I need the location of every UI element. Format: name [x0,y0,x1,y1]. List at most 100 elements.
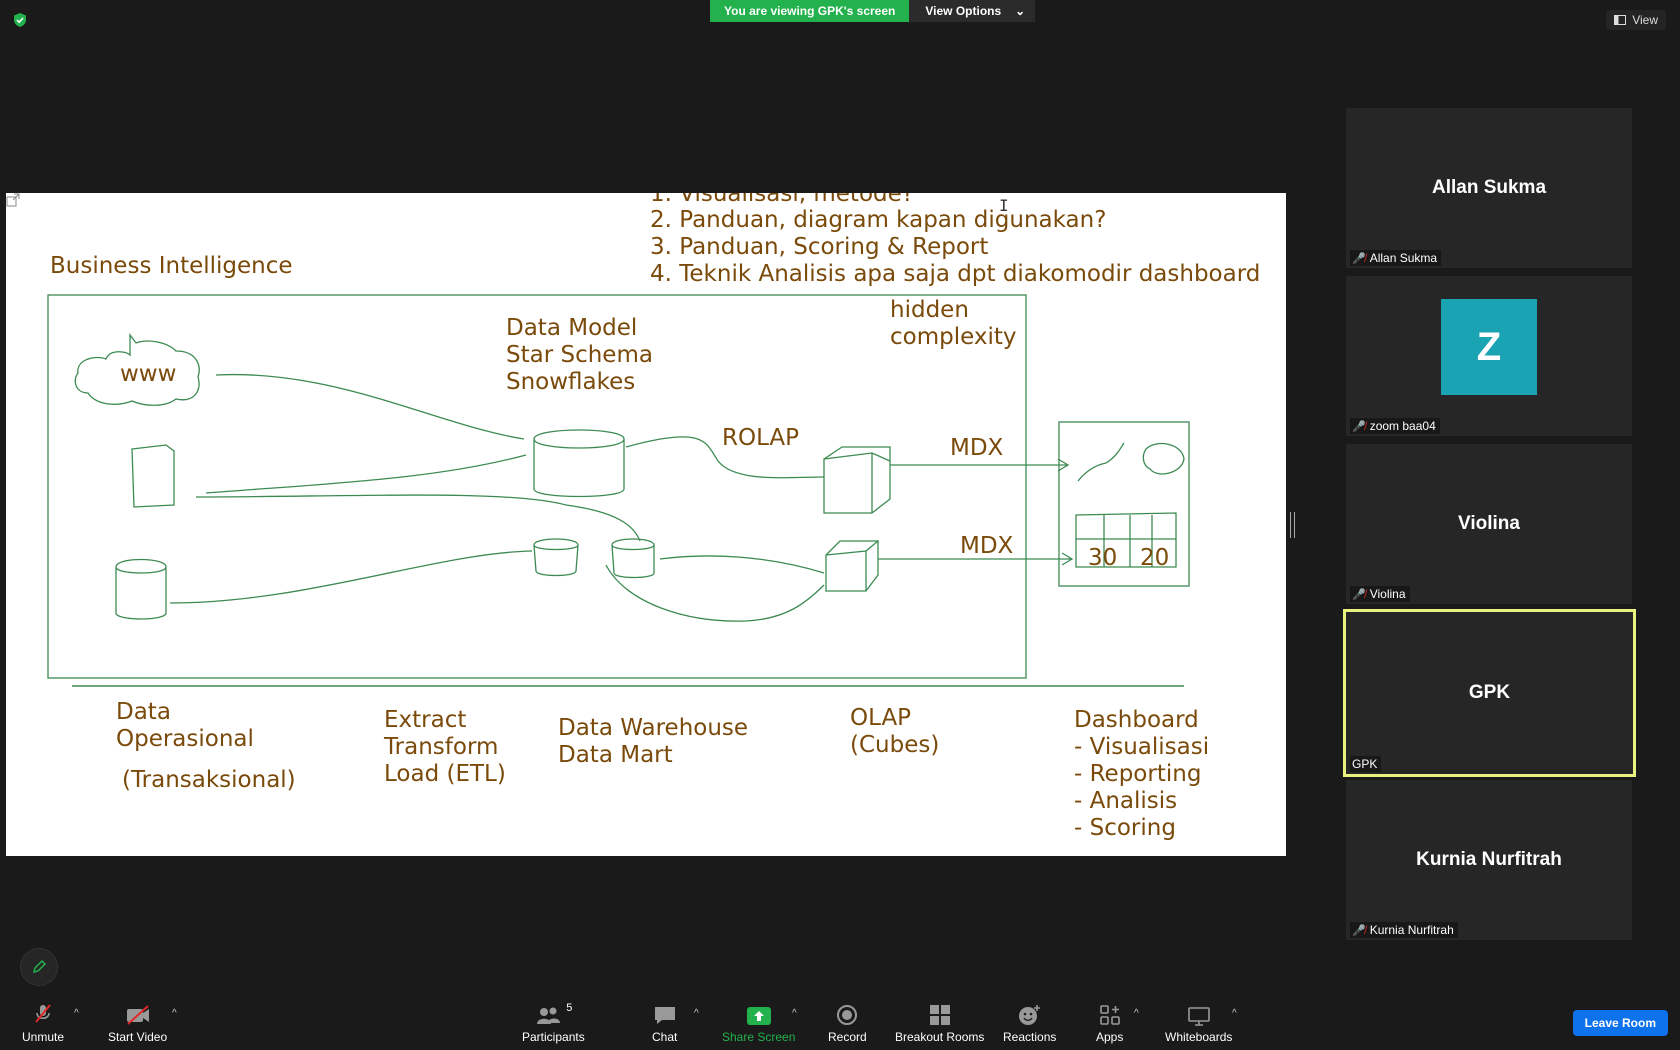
chevron-down-icon: ⌄ [1015,4,1026,18]
meeting-toolbar: Unmute ^ Start Video ^ 5 Participants Ch… [0,990,1680,1050]
www-label: www [120,361,177,387]
participant-tile-allan-sukma[interactable]: Allan Sukma 🎤̸ Allan Sukma [1346,108,1632,268]
label-dashboard: Dashboard - Visualisasi - Reporting - An… [1074,707,1210,841]
unmute-button[interactable]: Unmute [22,1002,64,1044]
flow-db-dm [169,550,533,604]
breakout-rooms-label: Breakout Rooms [895,1030,985,1044]
breakout-rooms-button[interactable]: Breakout Rooms [895,1002,984,1044]
participant-label-text: Allan Sukma [1369,251,1438,265]
label-etl: Extract Transform Load (ETL) [384,707,506,787]
reactions-button[interactable]: Reactions [1003,1002,1056,1044]
label-data-warehouse: Data Warehouse Data Mart [558,715,749,768]
bi-title: Business Intelligence [50,253,293,279]
participant-label-text: Violina [1369,587,1406,601]
participant-label: 🎤̸ zoom baa04 [1350,418,1440,434]
flow-doc-dm [195,494,641,542]
muted-mic-icon: 🎤̸ [1352,252,1366,265]
leave-room-button[interactable]: Leave Room [1572,1010,1668,1036]
hidden-complexity-note: hidden complexity [890,297,1017,350]
annotate-button[interactable] [20,948,58,986]
muted-mic-icon: 🎤̸ [1352,588,1366,601]
question-2: 2. Panduan, diagram kapan digunakan? [650,207,1107,233]
participant-label: 🎤̸ Violina [1350,586,1410,602]
whiteboard-icon [1187,1007,1210,1026]
chat-icon [654,1007,675,1024]
view-options-label: View Options [925,4,1002,18]
flow-www-dw [215,373,525,440]
whiteboards-label: Whiteboards [1165,1030,1233,1044]
dashboard-value-20: 20 [1140,545,1170,571]
whiteboards-options-caret[interactable]: ^ [1232,1008,1237,1019]
start-video-label: Start Video [108,1030,168,1044]
dashboard-value-30: 30 [1088,545,1118,571]
panel-resize-handle[interactable] [1290,512,1295,538]
olap-cube-2 [825,539,879,592]
participant-name-large: Allan Sukma [1431,177,1547,198]
participant-tile-violina[interactable]: Violina 🎤̸ Violina [1346,444,1632,604]
audio-options-caret[interactable]: ^ [74,1008,79,1019]
breakout-rooms-icon [929,1005,950,1025]
share-screen-button[interactable]: Share Screen [722,1002,795,1044]
participants-button[interactable]: 5 Participants [522,1002,585,1044]
start-video-button[interactable]: Start Video [108,1002,167,1044]
shared-screen: 1. Visualisasi, metode? 2. Panduan, diag… [6,193,1286,856]
datamart-1-shape [533,538,579,577]
document-shape [131,444,175,508]
participant-tile-zoom-baa04[interactable]: Z 🎤̸ zoom baa04 [1346,276,1632,436]
record-button[interactable]: Record [828,1002,867,1044]
security-shield-icon[interactable] [12,12,28,28]
olap-cube-1 [823,446,891,514]
record-icon [837,1005,858,1025]
participant-name-large: Kurnia Nurfitrah [1416,849,1562,870]
mdx-label-1: MDX [950,435,1004,461]
video-off-icon [126,1005,149,1025]
label-data-operasional: Data Operasional [116,699,254,752]
video-options-caret[interactable]: ^ [172,1008,177,1019]
layout-icon [1614,15,1627,25]
data-model-note: Data Model Star Schema Snowflakes [506,315,653,395]
view-button[interactable]: View [1606,10,1666,30]
whiteboards-button[interactable]: Whiteboards [1165,1002,1232,1044]
participant-label-text: Kurnia Nurfitrah [1369,923,1454,937]
database-left-shape [115,558,167,620]
dashboard-frame [1058,421,1190,587]
view-label: View [1632,13,1658,27]
pencil-icon [32,959,47,974]
participant-label-text: GPK [1352,757,1378,771]
participant-label: 🎤̸ Kurnia Nurfitrah [1350,922,1458,938]
participant-name-large: GPK [1468,682,1511,703]
label-olap: OLAP (Cubes) [850,705,940,758]
chat-label: Chat [652,1030,678,1044]
flow-doc-dw [205,454,527,494]
chat-button[interactable]: Chat [652,1002,677,1044]
apps-options-caret[interactable]: ^ [1134,1008,1139,1019]
apps-icon [1099,1005,1120,1025]
participant-label: 🎤̸ Allan Sukma [1350,250,1442,266]
screen-share-banner: You are viewing GPK's screen View Option… [710,0,1036,22]
data-warehouse-cylinder [533,429,625,498]
question-4: 4. Teknik Analisis apa saja dpt diakomod… [650,261,1261,287]
ibeam-cursor-icon: I [999,196,1009,215]
apps-button[interactable]: Apps [1096,1002,1123,1044]
participants-icon [537,1007,561,1024]
chat-options-caret[interactable]: ^ [694,1008,699,1019]
share-options-caret[interactable]: ^ [792,1008,797,1019]
record-label: Record [828,1030,867,1044]
participant-label-text: zoom baa04 [1369,419,1436,433]
reactions-icon [1018,1005,1040,1025]
participants-label: Participants [522,1030,585,1044]
view-options-button[interactable]: View Options ⌄ [909,0,1036,22]
unmute-label: Unmute [22,1030,65,1044]
dashboard-pie [1142,442,1185,475]
question-1: 1. Visualisasi, metode? [650,193,914,207]
flow-dm-cube [659,555,825,574]
mic-muted-icon [35,1004,51,1023]
participant-name-large: Violina [1458,513,1520,534]
viewing-status-text: You are viewing GPK's screen [710,0,910,22]
popout-icon[interactable] [6,193,20,207]
participants-count: 5 [566,1002,573,1014]
participant-tile-gpk[interactable]: GPK GPK [1343,609,1636,777]
participant-tile-kurnia-nurfitrah[interactable]: Kurnia Nurfitrah 🎤̸ Kurnia Nurfitrah [1346,780,1632,940]
muted-mic-icon: 🎤̸ [1352,420,1366,433]
rolap-label: ROLAP [722,425,800,451]
